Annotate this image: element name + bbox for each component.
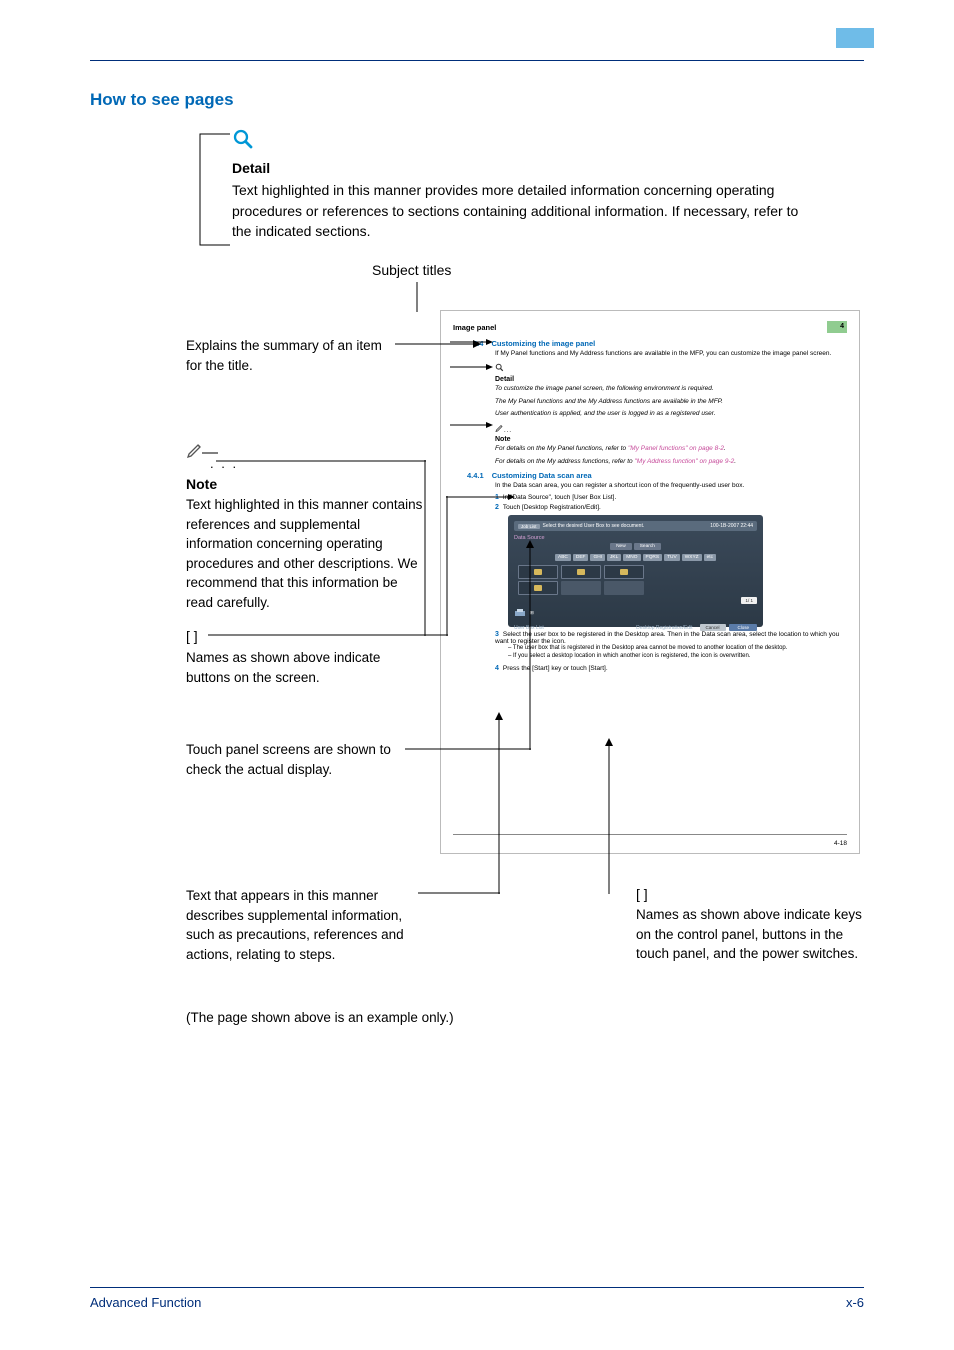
tp-btn-row2: ABC DEF GHI JKL MNO PQRS TUV WXYZ etc xyxy=(514,554,757,561)
tp-close[interactable]: Close xyxy=(729,624,757,631)
inset-sec1-title: Customizing the image panel xyxy=(491,339,595,348)
connector xyxy=(529,548,531,750)
callout-touchpanel: Touch panel screens are shown to check t… xyxy=(186,740,406,779)
tp-b[interactable]: TUV xyxy=(664,554,680,561)
inset-detail-l1: To customize the image panel screen, the… xyxy=(495,385,847,394)
note-dots: . . . xyxy=(210,456,238,471)
inset-step3: 3Select the user box to be registered in… xyxy=(495,631,847,645)
connector xyxy=(446,496,516,506)
connector xyxy=(450,418,494,432)
connector xyxy=(216,460,426,462)
tp-data-source: Data Source xyxy=(514,535,757,541)
connector xyxy=(450,340,494,354)
tp-btn-row1: New Search xyxy=(514,543,757,550)
connector xyxy=(608,746,610,894)
inset-sec2-title: Customizing Data scan area xyxy=(492,471,592,480)
footer-left: Advanced Function xyxy=(90,1295,201,1310)
tp-paging: 1/ 1 xyxy=(741,597,757,604)
tp-b[interactable]: ABC xyxy=(555,554,571,561)
connector xyxy=(525,540,535,550)
connector xyxy=(416,282,418,312)
inset-detail-heading: Detail xyxy=(495,376,847,383)
connector xyxy=(190,120,240,250)
brackets-right: [ ] xyxy=(636,886,648,902)
section-title: How to see pages xyxy=(90,90,234,110)
tp-btn-search[interactable]: Search xyxy=(634,543,661,550)
inset-sec1-body: If My Panel functions and My Address fun… xyxy=(495,350,847,359)
inset-note-l1: For details on the My Panel functions, r… xyxy=(495,445,847,454)
connector xyxy=(424,460,426,636)
connector xyxy=(494,712,504,722)
tp-b[interactable]: DEF xyxy=(573,554,589,561)
footer-right: x-6 xyxy=(846,1295,864,1310)
inset-page: Image panel 4 4.4 Customizing the image … xyxy=(440,310,860,854)
inset-sub2: – If you select a desktop location in wh… xyxy=(508,653,847,661)
callout-supplemental: Text that appears in this manner describ… xyxy=(186,886,426,964)
magnifier-icon-small xyxy=(495,363,504,374)
inset-sec2-num: 4.4.1 xyxy=(467,471,484,480)
inset-sec2-body: In the Data scan area, you can register … xyxy=(495,482,847,491)
connector xyxy=(450,360,494,374)
connector xyxy=(446,496,448,636)
connector xyxy=(418,892,500,894)
inset-detail-l2: The My Panel functions and the My Addres… xyxy=(495,398,847,407)
inset-note-heading: Note xyxy=(495,436,847,443)
tp-grid xyxy=(518,565,757,579)
page-tab xyxy=(836,28,874,48)
inset-chapter-tab: 4 xyxy=(827,321,847,333)
note-heading: Note xyxy=(186,476,217,492)
inset-detail-l3: User authentication is applied, and the … xyxy=(495,410,847,419)
connector xyxy=(405,748,531,750)
inset-step2: 2Touch [Desktop Registration/Edit]. xyxy=(495,504,847,511)
callout-keys: Names as shown above indicate keys on th… xyxy=(636,905,866,964)
callout-note-body: Text highlighted in this manner contains… xyxy=(186,495,426,612)
callout-summary: Explains the summary of an item for the … xyxy=(186,336,396,375)
connector xyxy=(208,634,448,636)
inset-sub1: – The user box that is registered in the… xyxy=(508,645,847,653)
tp-b[interactable]: MNO xyxy=(623,554,640,561)
pencil-icon-small xyxy=(495,423,504,434)
inset-note-l2: For details on the My address functions,… xyxy=(495,458,847,467)
inset-touchpanel: Job List Select the desired User Box to … xyxy=(508,515,763,627)
printer-icon xyxy=(514,608,526,618)
callout-buttons: Names as shown above indicate buttons on… xyxy=(186,648,406,687)
connector xyxy=(498,720,500,894)
inset-step1: 1In "Data Source", touch [User Box List]… xyxy=(495,494,847,501)
tp-btn-new[interactable]: New xyxy=(610,543,632,550)
tp-cancel[interactable]: Cancel xyxy=(700,624,726,631)
tp-b[interactable]: JKL xyxy=(607,554,621,561)
tp-grid2 xyxy=(518,581,757,595)
inset-pagenum: 4-18 xyxy=(834,840,847,847)
detail-heading: Detail xyxy=(232,158,802,178)
tp-b[interactable]: GHI xyxy=(590,554,605,561)
subject-titles-label: Subject titles xyxy=(372,262,451,278)
example-note: (The page shown above is an example only… xyxy=(186,1010,454,1025)
tp-b[interactable]: WXYZ xyxy=(682,554,702,561)
footer-rule xyxy=(90,1287,864,1288)
note-underline xyxy=(202,452,218,454)
top-rule xyxy=(90,60,864,61)
inset-step4: 4Press the [Start] key or touch [Start]. xyxy=(495,665,847,672)
tp-b[interactable]: etc xyxy=(704,554,716,561)
tp-b[interactable]: PQRS xyxy=(643,554,663,561)
connector xyxy=(604,738,614,748)
tp-top-left: Select the desired User Box to see docum… xyxy=(543,523,645,529)
detail-block: Detail Text highlighted in this manner p… xyxy=(232,158,802,241)
detail-body: Text highlighted in this manner provides… xyxy=(232,180,802,241)
tp-top-right: 100-1B-2007 22:44 xyxy=(710,523,753,529)
brackets-left: [ ] xyxy=(186,628,198,644)
